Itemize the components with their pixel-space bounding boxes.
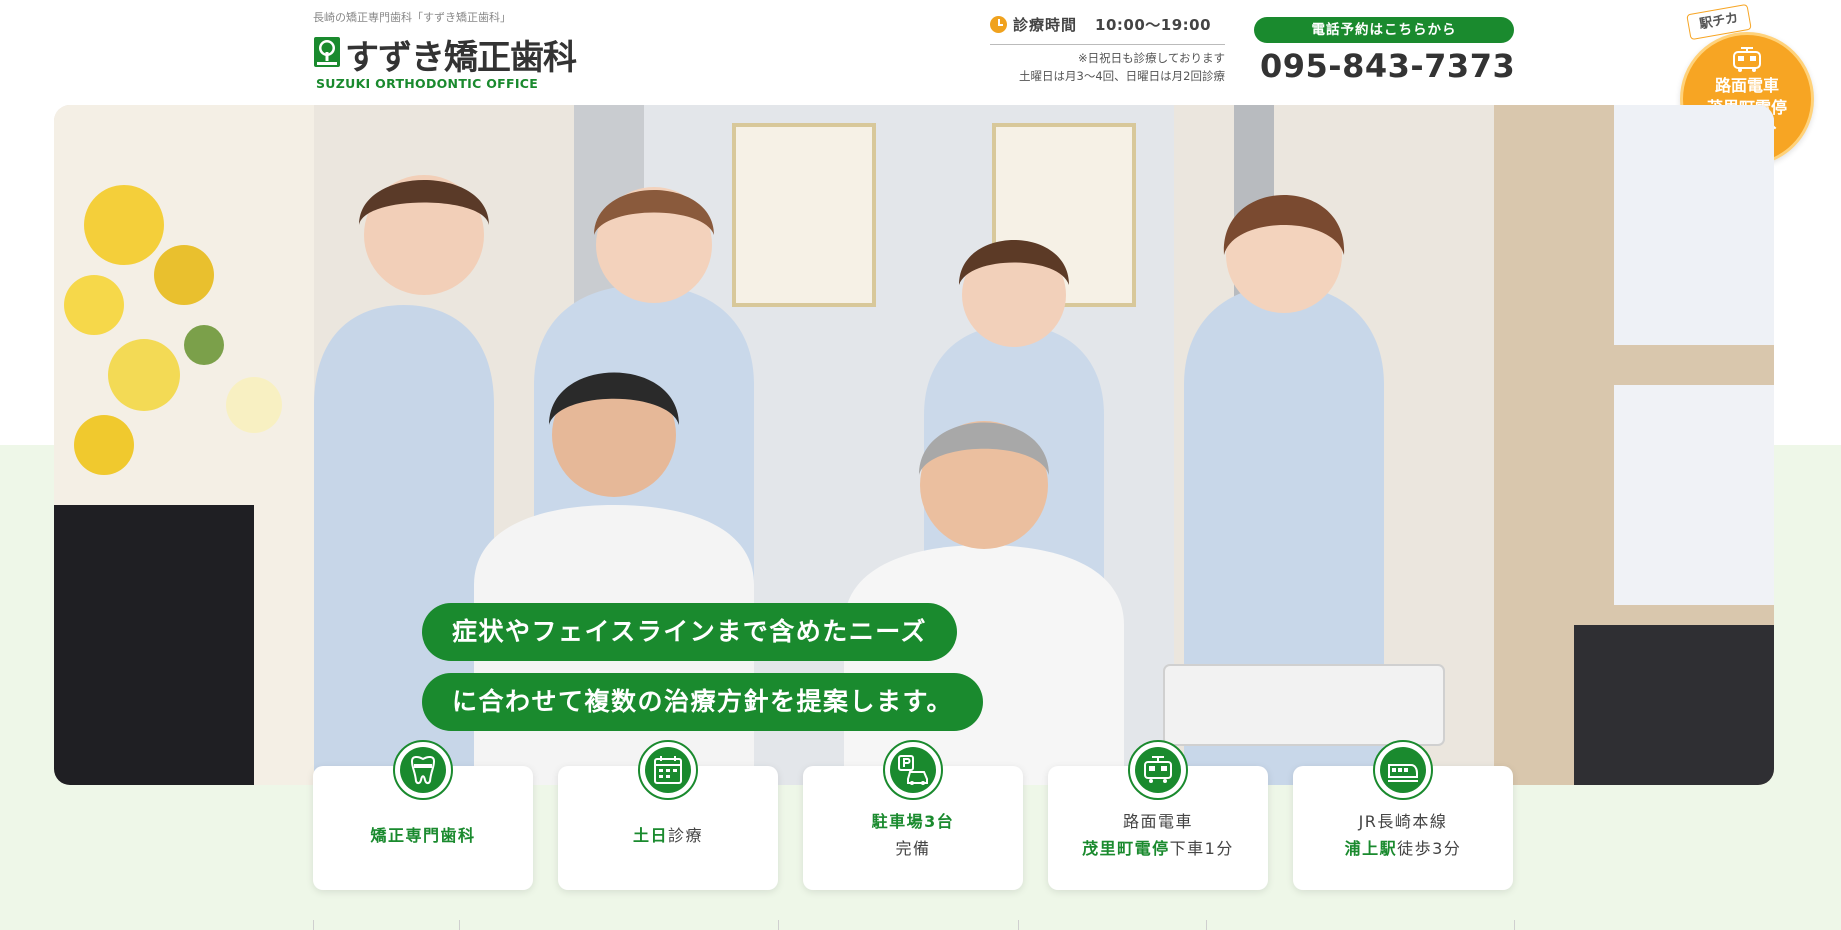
site-logo[interactable]: すずき矯正歯科 SUZUKI ORTHODONTIC OFFICE [313, 30, 577, 96]
tram-icon [1733, 47, 1761, 72]
feature-4-highlight: 茂里町電停 [1082, 839, 1170, 858]
feature-card-parking[interactable]: 駐車場3台 完備 [803, 740, 1023, 890]
hero-image: 症状やフェイスラインまで含めたニーズ に合わせて複数の治療方針を提案します。 [54, 105, 1774, 785]
site-tagline: 長崎の矯正専門歯科「すずき矯正歯科」 [313, 11, 511, 24]
feature-cards: 矯正専門歯科 土日診療 駐車場3台 完備 路面電車 茂里町電停下車1分 JR長崎… [313, 740, 1515, 890]
parking-car-icon [898, 755, 928, 785]
feature-card-orthodontic-specialist[interactable]: 矯正専門歯科 [313, 740, 533, 890]
calendar-icon [654, 756, 682, 784]
feature-3-highlight: 駐車場3台 [871, 812, 955, 831]
tram-icon [1144, 756, 1172, 783]
feature-5-highlight: 浦上駅 [1344, 839, 1398, 858]
hours-note-holidays: ※日祝日も診療しております [1078, 51, 1225, 65]
feature-2-highlight: 土日 [632, 826, 668, 845]
logo-subtitle: SUZUKI ORTHODONTIC OFFICE [316, 76, 539, 91]
feature-card-tram-access[interactable]: 路面電車 茂里町電停下車1分 [1048, 740, 1268, 890]
feature-5-text: 徒歩3分 [1397, 839, 1462, 858]
logo-text: すずき矯正歯科 [345, 38, 577, 78]
station-line-1: 路面電車 [1714, 76, 1779, 95]
hero-caption-line-1: 症状やフェイスラインまで含めたニーズ [422, 603, 958, 661]
site-header: 長崎の矯正専門歯科「すずき矯正歯科」 すずき矯正歯科 SUZUKI ORTHOD… [0, 0, 1841, 105]
hours-time: 10:00〜19:00 [1095, 16, 1212, 34]
phone-number[interactable]: 095-843-7373 [1260, 47, 1515, 85]
feature-4-line-1: 路面電車 [1122, 812, 1193, 831]
feature-card-weekend-treatment[interactable]: 土日診療 [558, 740, 778, 890]
train-icon [1388, 764, 1418, 782]
bottom-dividers [313, 920, 1515, 930]
clinic-hours: 診療時間 10:00〜19:00 ※日祝日も診療しております 土曜日は月3〜4回… [990, 14, 1225, 85]
phone-badge: 電話予約はこちらから [1254, 17, 1514, 43]
feature-1-highlight: 矯正専門 [370, 826, 441, 845]
feature-5-line-1: JR長崎本線 [1358, 812, 1448, 831]
tree-logo-icon [314, 37, 340, 67]
feature-2-text: 診療 [668, 826, 704, 845]
hours-note-weekends: 土曜日は月3〜4回、日曜日は月2回診療 [1019, 69, 1225, 83]
clock-icon [990, 16, 1007, 33]
feature-card-jr-access[interactable]: JR長崎本線 浦上駅徒歩3分 [1293, 740, 1513, 890]
phone-reservation[interactable]: 電話予約はこちらから 095-843-7373 [1254, 17, 1515, 85]
feature-1-text: 歯科 [440, 826, 476, 845]
feature-3-text: 完備 [895, 839, 931, 858]
hero-caption-line-2: に合わせて複数の治療方針を提案します。 [422, 673, 984, 731]
tooth-braces-icon [410, 755, 436, 785]
feature-4-text: 下車1分 [1169, 839, 1234, 858]
hours-label: 診療時間 [1013, 16, 1078, 34]
